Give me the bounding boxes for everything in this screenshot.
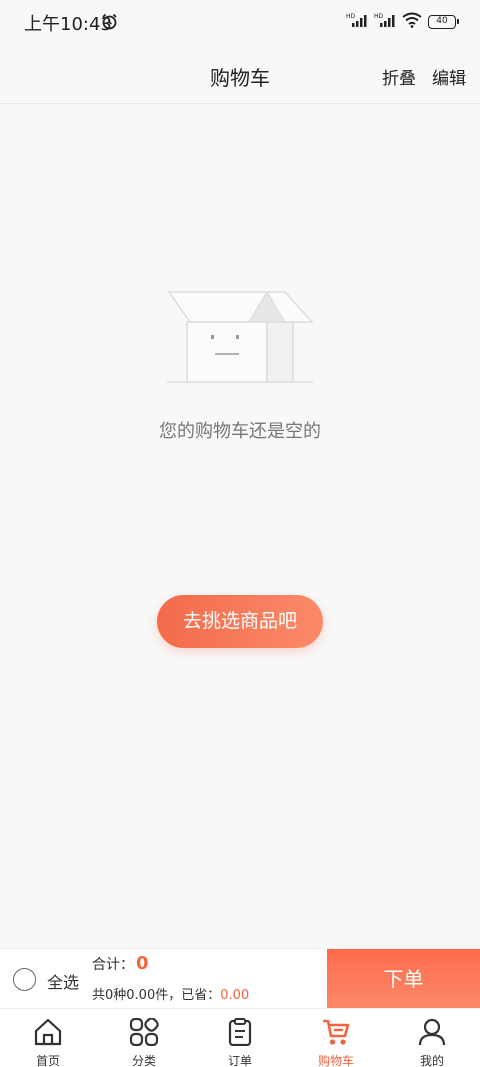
tab-profile[interactable]: 我的: [384, 1009, 480, 1067]
saved-value: 0.00: [220, 988, 250, 1003]
order-icon: [225, 1018, 255, 1050]
battery-indicator: 40: [428, 15, 459, 29]
tab-cart[interactable]: 购物车: [288, 1009, 384, 1067]
svg-text:HD: HD: [374, 13, 384, 20]
alarm-icon: [101, 13, 118, 34]
tab-label: 分类: [131, 1054, 156, 1067]
tab-label: 首页: [35, 1054, 60, 1067]
user-icon: [417, 1018, 447, 1050]
cart-icon: [321, 1018, 351, 1050]
wifi-icon: [402, 12, 422, 32]
signal-icon: HD: [374, 12, 396, 32]
tab-label: 订单: [227, 1054, 252, 1067]
home-icon: [33, 1018, 63, 1050]
header-actions: 折叠 编辑: [382, 64, 466, 89]
empty-cart-message: 您的购物车还是空的: [159, 421, 321, 442]
select-all-radio[interactable]: [13, 968, 36, 991]
tab-label: 购物车: [317, 1054, 354, 1067]
tab-orders[interactable]: 订单: [192, 1009, 288, 1067]
signal-icon: HD: [346, 12, 368, 32]
tab-category[interactable]: 分类: [96, 1009, 192, 1067]
category-icon: [129, 1017, 159, 1050]
tab-home[interactable]: 首页: [0, 1009, 96, 1067]
empty-box-illustration: [165, 287, 315, 391]
collapse-button[interactable]: 折叠: [382, 64, 416, 89]
go-shopping-button[interactable]: 去挑选商品吧: [157, 595, 323, 648]
total-label: 合计：: [92, 957, 134, 973]
status-bar: 上午10:43 HD HD 40: [0, 0, 480, 44]
summary-row: 共0种0.00件，已省：0.00: [92, 984, 249, 1003]
total-value: 0: [136, 953, 149, 974]
checkout-bar: 全选 合计： 0 共0种0.00件，已省：0.00 下单: [0, 948, 480, 1009]
status-indicators: HD HD 40: [346, 12, 459, 32]
select-all-label[interactable]: 全选: [47, 969, 79, 993]
nav-bar: 购物车 折叠 编辑: [0, 44, 480, 104]
tab-label: 我的: [419, 1054, 444, 1067]
place-order-button[interactable]: 下单: [327, 949, 480, 1009]
total-row: 合计： 0: [92, 953, 149, 974]
svg-text:HD: HD: [346, 13, 356, 20]
summary-text: 共0种0.00件，已省：: [92, 988, 221, 1003]
status-time: 上午10:43: [24, 14, 112, 35]
tab-bar: 首页 分类 订单 购物车 我的: [0, 1008, 480, 1067]
edit-button[interactable]: 编辑: [432, 64, 466, 89]
